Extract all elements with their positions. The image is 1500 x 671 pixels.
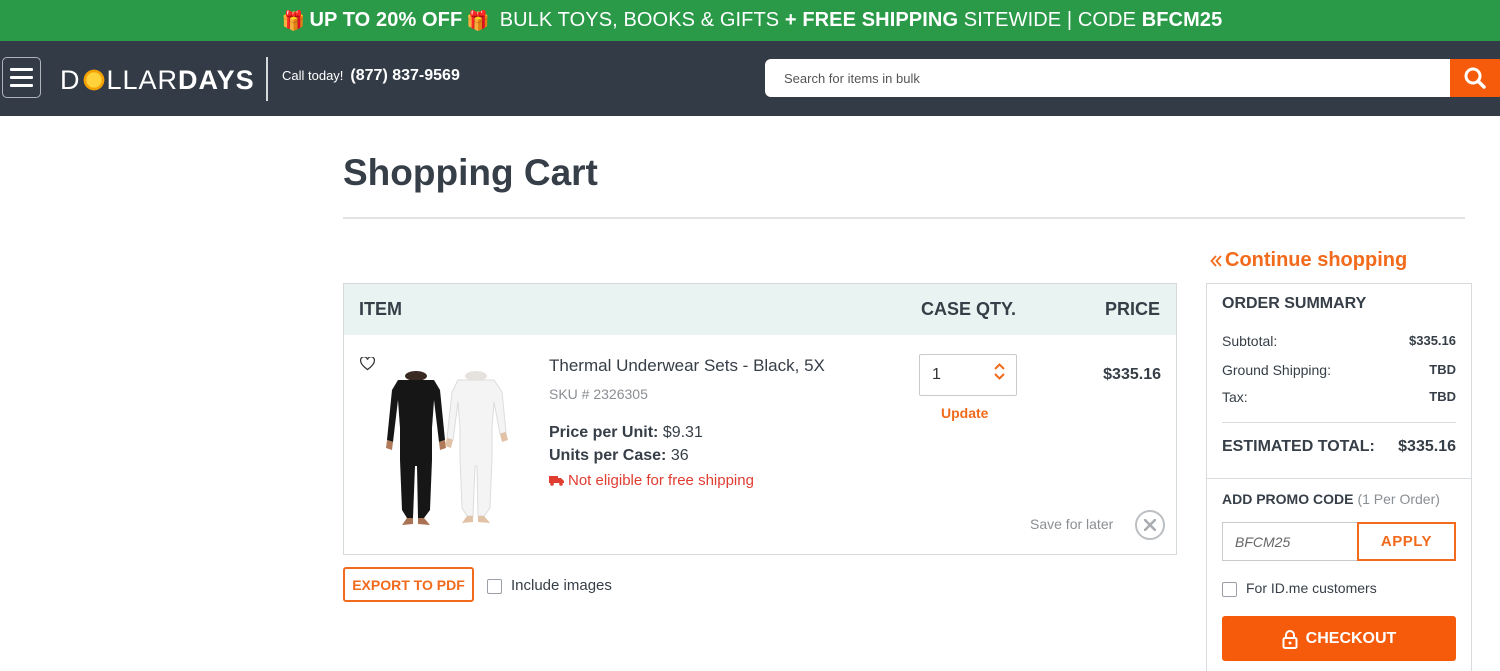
promo-code-text: BFCM25 — [1141, 9, 1223, 31]
units-per-case: Units per Case: 36 — [549, 447, 689, 465]
logo-text-llar: LLAR — [106, 64, 179, 95]
promo-code-value: BFCM25 — [1235, 533, 1291, 550]
save-for-later-link[interactable]: Save for later — [1030, 516, 1113, 532]
call-label: Call today! — [282, 68, 344, 83]
product-image[interactable] — [368, 370, 516, 535]
units-per-case-label: Units per Case: — [549, 447, 667, 464]
tax-label: Tax: — [1222, 389, 1248, 405]
estimated-total-label: ESTIMATED TOTAL: — [1222, 438, 1375, 455]
product-name[interactable]: Thermal Underwear Sets - Black, 5X — [549, 356, 825, 376]
search-icon — [1464, 67, 1486, 89]
promo-discount-text: UP TO 20% OFF — [309, 9, 463, 31]
shipping-row: Ground Shipping: TBD — [1222, 362, 1456, 378]
search-placeholder: Search for items in bulk — [784, 70, 920, 86]
header-item: ITEM — [359, 299, 402, 319]
search-input[interactable]: Search for items in bulk — [765, 59, 1451, 97]
title-divider — [343, 217, 1465, 219]
header-divider — [266, 57, 268, 101]
dollardays-logo[interactable]: D LLAR DAYS — [60, 63, 255, 97]
update-link[interactable]: Update — [941, 405, 988, 421]
gift-icon: 🎁 — [281, 10, 306, 32]
quantity-value: 1 — [932, 366, 941, 383]
phone-number[interactable]: (877) 837-9569 — [350, 67, 459, 85]
cart-table: ITEM CASE QTY. PRICE Thermal Underwear S… — [343, 283, 1177, 555]
promo-code-input[interactable]: BFCM25 — [1222, 522, 1358, 561]
estimated-total-value: $335.16 — [1398, 438, 1456, 455]
header-case-qty: CASE QTY. — [921, 299, 1017, 319]
chevron-up-icon[interactable] — [994, 363, 1005, 370]
include-images-label: Include images — [511, 577, 612, 594]
tax-row: Tax: TBD — [1222, 389, 1456, 405]
promo-category-text: BULK TOYS, BOOKS & GIFTS — [494, 9, 785, 31]
quantity-stepper[interactable]: 1 — [919, 354, 1017, 396]
promo-banner[interactable]: 🎁 UP TO 20% OFF 🎁 BULK TOYS, BOOKS & GIF… — [0, 0, 1500, 41]
order-summary-title: ORDER SUMMARY — [1222, 295, 1367, 312]
promo-code-label: ADD PROMO CODE — [1222, 491, 1354, 507]
order-summary-panel: ORDER SUMMARY Subtotal: $335.16 Ground S… — [1206, 283, 1472, 671]
hamburger-menu-icon[interactable] — [2, 57, 41, 98]
row-price: $335.16 — [1103, 366, 1161, 383]
checkout-button[interactable]: CHECKOUT — [1222, 616, 1456, 661]
price-per-unit-label: Price per Unit: — [549, 424, 659, 441]
sun-icon — [81, 68, 106, 92]
summary-section-divider — [1207, 478, 1471, 479]
chevron-down-icon[interactable] — [994, 373, 1005, 380]
checkout-label: CHECKOUT — [1305, 629, 1397, 647]
header-price: PRICE — [1104, 299, 1160, 319]
remove-item-button[interactable] — [1135, 510, 1165, 540]
include-images-checkbox[interactable] — [487, 579, 502, 594]
double-chevron-left-icon — [1210, 254, 1222, 267]
continue-shopping-label: Continue shopping — [1225, 249, 1408, 271]
subtotal-row: Subtotal: $335.16 — [1222, 333, 1456, 349]
call-today: Call today! (877) 837-9569 — [282, 67, 460, 85]
promo-shipping-text: + FREE SHIPPING — [784, 9, 959, 31]
search-button[interactable] — [1450, 59, 1500, 97]
cart-table-header: ITEM CASE QTY. PRICE — [344, 284, 1176, 335]
subtotal-value: $335.16 — [1409, 333, 1456, 348]
idme-checkbox[interactable] — [1222, 582, 1237, 597]
product-sku: SKU # 2326305 — [549, 386, 648, 402]
export-to-pdf-button[interactable]: EXPORT TO PDF — [343, 567, 474, 602]
lock-icon — [1282, 629, 1298, 649]
logo-text-d: D — [60, 64, 81, 95]
close-icon — [1144, 519, 1156, 531]
tax-value: TBD — [1429, 389, 1456, 404]
gift-icon: 🎁 — [466, 10, 491, 32]
shipping-value: TBD — [1429, 362, 1456, 377]
quantity-arrows[interactable] — [994, 363, 1005, 380]
idme-label: For ID.me customers — [1246, 580, 1377, 596]
promo-sitewide-text: SITEWIDE | CODE — [958, 9, 1142, 31]
truck-icon — [549, 476, 564, 486]
apply-promo-button[interactable]: APPLY — [1357, 522, 1456, 561]
subtotal-label: Subtotal: — [1222, 333, 1278, 349]
estimated-total-row: ESTIMATED TOTAL: $335.16 — [1222, 438, 1456, 456]
summary-divider — [1222, 422, 1456, 423]
heart-icon[interactable] — [360, 357, 375, 371]
page-title: Shopping Cart — [343, 152, 598, 193]
price-per-unit: Price per Unit: $9.31 — [549, 424, 703, 442]
shipping-label: Ground Shipping: — [1222, 362, 1331, 378]
promo-code-title: ADD PROMO CODE (1 Per Order) — [1222, 491, 1440, 507]
units-per-case-value: 36 — [670, 447, 689, 464]
shipping-notice-text: Not eligible for free shipping — [568, 472, 754, 489]
logo-text-days: DAYS — [178, 64, 255, 95]
shipping-notice: Not eligible for free shipping — [549, 472, 754, 489]
promo-code-note: (1 Per Order) — [1357, 491, 1440, 507]
price-per-unit-value: $9.31 — [662, 424, 703, 441]
continue-shopping-link[interactable]: Continue shopping — [1210, 249, 1407, 272]
